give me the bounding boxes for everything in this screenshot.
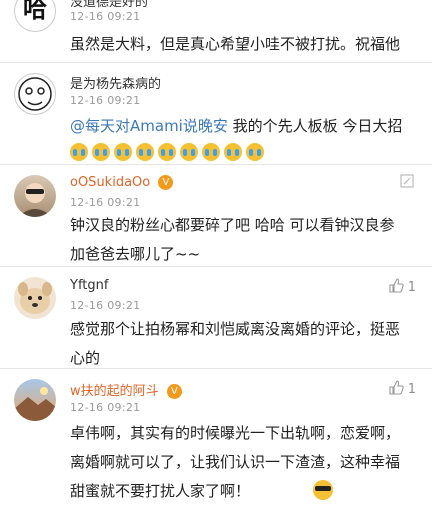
- comment-2: 是为杨先森病的 12-16 09:21 @每天对Amami说晚安 我的个先人板板…: [0, 63, 432, 161]
- comment-line: 加爸爸去哪儿了~~: [70, 245, 201, 263]
- crying-emoji-icon: [246, 143, 264, 161]
- comment-text: 感觉那个让拍杨幂和刘恺威离没离婚的评论，挺恶 心的: [70, 315, 410, 373]
- comment-4: Yftgnf 12-16 09:21 1 感觉那个让拍杨幂和刘恺威离没离婚的评论…: [0, 267, 432, 367]
- thumbs-up-icon: [389, 380, 404, 399]
- like-button[interactable]: 1: [389, 278, 416, 297]
- mention-link[interactable]: @每天对Amami说晚安: [70, 117, 228, 135]
- username[interactable]: 是为杨先森病的: [70, 73, 161, 92]
- username[interactable]: 没道德是好的: [70, 0, 148, 10]
- crying-emoji-icon: [136, 143, 154, 161]
- crying-emoji-icon: [180, 143, 198, 161]
- face-sketch-icon: [18, 77, 52, 111]
- verified-badge-icon: V: [166, 384, 182, 399]
- comment-body: 我的个先人板板 今日大招: [232, 117, 403, 135]
- timestamp: 12-16 09:21: [70, 10, 141, 23]
- avatar[interactable]: [14, 277, 56, 319]
- comment-line: 甜蜜就不要打扰人家了啊！: [70, 477, 410, 506]
- comment-5: w扶的起的阿斗 V 12-16 09:21 1 卓伟啊，其实有的时候曝光一下出轨…: [0, 369, 432, 500]
- avatar[interactable]: [14, 73, 56, 115]
- username[interactable]: Yftgnf: [70, 278, 108, 293]
- comment-text: 钟汉良的粉丝心都要碎了吧 哈哈 可以看钟汉良参 加爸爸去哪儿了~~: [70, 211, 410, 269]
- comment-line: 离婚啊就可以了，让我们认识一下渣渣，这种幸福: [70, 453, 401, 471]
- comment-line-text: 甜蜜就不要打扰人家了啊！: [70, 482, 251, 500]
- avatar-text: 哈: [23, 0, 47, 23]
- timestamp: 12-16 09:21: [70, 94, 141, 107]
- cool-sunglasses-emoji-icon: [312, 480, 333, 500]
- timestamp: 12-16 09:21: [70, 401, 141, 414]
- emoji-row: [70, 143, 264, 161]
- crying-emoji-icon: [202, 143, 220, 161]
- comment-3: oOSukidaOo V 12-16 09:21 钟汉良的粉丝心都要碎了吧 哈哈…: [0, 165, 432, 265]
- username[interactable]: w扶的起的阿斗 V: [70, 380, 182, 399]
- avatar[interactable]: [14, 379, 56, 421]
- edit-icon[interactable]: [400, 174, 414, 192]
- comment-1: 哈 没道德是好的 12-16 09:21 虽然是大料，但是真心希望小哇不被打扰。…: [0, 0, 432, 60]
- avatar[interactable]: 哈: [14, 0, 56, 32]
- like-count: 1: [407, 280, 416, 295]
- timestamp: 12-16 09:21: [70, 299, 141, 312]
- crying-emoji-icon: [114, 143, 132, 161]
- username-text: oOSukidaOo: [70, 175, 151, 190]
- thumbs-up-icon: [389, 278, 404, 297]
- comment-text: 虽然是大料，但是真心希望小哇不被打扰。祝福他: [70, 35, 401, 53]
- verified-badge-icon: V: [158, 175, 174, 190]
- puppy-photo-icon: [18, 282, 52, 314]
- like-button[interactable]: 1: [389, 380, 416, 399]
- timestamp: 12-16 09:21: [70, 196, 141, 209]
- comment-line: 卓伟啊，其实有的时候曝光一下出轨啊，恋爱啊，: [70, 424, 401, 442]
- crying-emoji-icon: [70, 143, 88, 161]
- like-count: 1: [407, 382, 416, 397]
- avatar[interactable]: [14, 175, 56, 217]
- username-text: w扶的起的阿斗: [70, 384, 159, 399]
- person-photo-icon: [18, 183, 52, 217]
- comment-line: 感觉那个让拍杨幂和刘恺威离没离婚的评论，挺恶: [70, 320, 401, 338]
- username[interactable]: oOSukidaOo V: [70, 175, 174, 190]
- crying-emoji-icon: [158, 143, 176, 161]
- crying-emoji-icon: [92, 143, 110, 161]
- comment-text: @每天对Amami说晚安 我的个先人板板 今日大招: [70, 112, 410, 141]
- comment-line: 钟汉良的粉丝心都要碎了吧 哈哈 可以看钟汉良参: [70, 216, 395, 234]
- crying-emoji-icon: [224, 143, 242, 161]
- comment-text: 卓伟啊，其实有的时候曝光一下出轨啊，恋爱啊， 离婚啊就可以了，让我们认识一下渣渣…: [70, 419, 410, 506]
- landscape-photo-icon: [14, 387, 56, 421]
